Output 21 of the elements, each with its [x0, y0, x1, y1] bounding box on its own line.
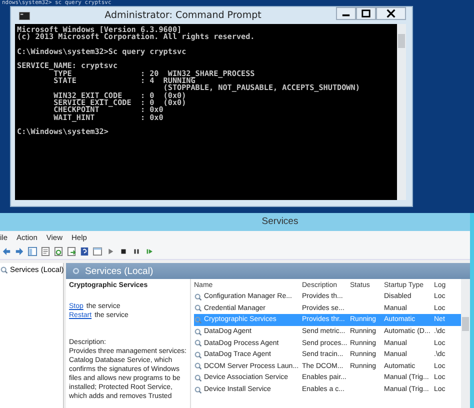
maximize-button[interactable]: [356, 7, 376, 20]
refresh-icon[interactable]: [54, 247, 63, 256]
export-list-icon[interactable]: [67, 247, 76, 256]
pane-title: Services (Local): [85, 266, 154, 276]
resume-icon[interactable]: [145, 247, 154, 256]
pause-icon[interactable]: [132, 247, 141, 256]
back-arrow-icon[interactable]: [2, 247, 11, 256]
window-title: Administrator: Command Prompt: [104, 10, 262, 21]
minimize-button[interactable]: [336, 7, 356, 20]
console-tree-icon[interactable]: [28, 247, 37, 256]
properties-icon[interactable]: [41, 247, 50, 256]
scrollbar[interactable]: [461, 279, 470, 408]
help-icon[interactable]: [80, 247, 89, 256]
scrollbar[interactable]: [397, 24, 406, 200]
console-icon: [19, 12, 30, 20]
close-button[interactable]: [376, 7, 406, 20]
play-icon[interactable]: [106, 247, 115, 256]
stop-icon[interactable]: [119, 247, 128, 256]
window-title: Services: [262, 216, 298, 227]
window-icon[interactable]: [93, 247, 102, 256]
forward-arrow-icon[interactable]: [15, 247, 24, 256]
